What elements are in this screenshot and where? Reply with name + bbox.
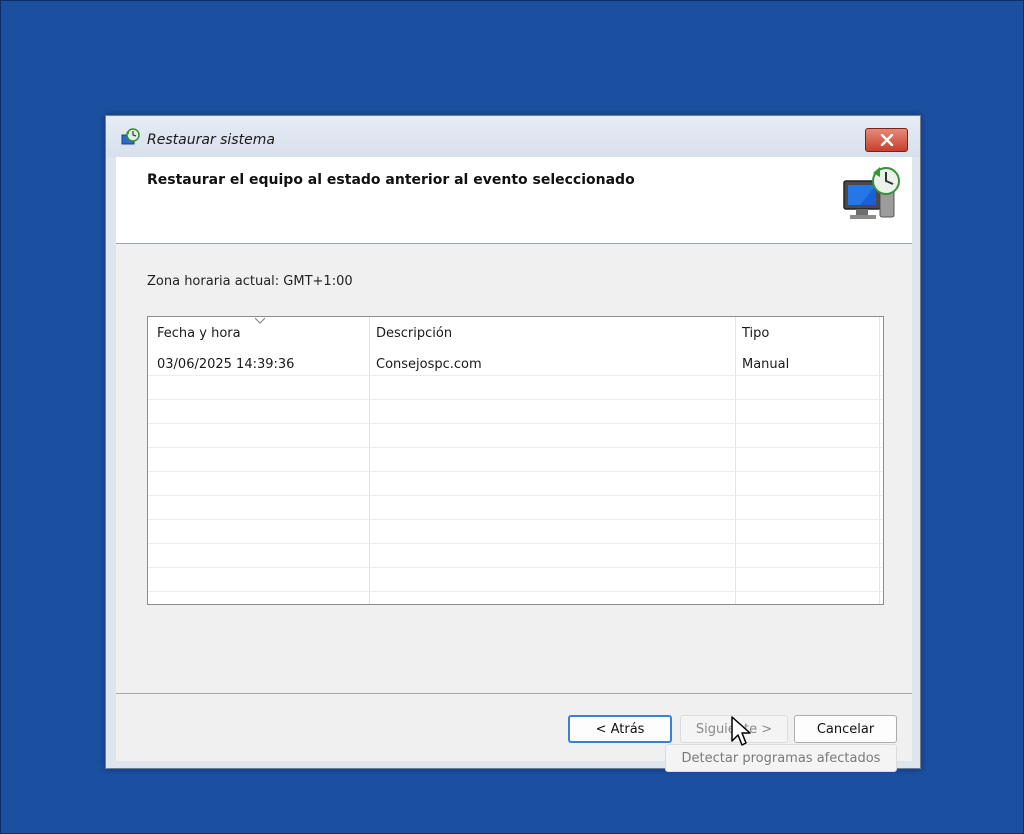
column-divider[interactable]: [879, 317, 880, 604]
computer-restore-icon: [843, 167, 900, 219]
row-gridline: [148, 519, 883, 520]
row-gridline: [148, 375, 883, 376]
sort-arrow-icon: [254, 317, 266, 324]
mouse-pointer-icon: [731, 716, 751, 746]
row-gridline: [148, 567, 883, 568]
close-icon: [880, 134, 894, 146]
close-button[interactable]: [865, 128, 908, 152]
column-divider[interactable]: [735, 317, 736, 604]
row-gridline: [148, 543, 883, 544]
row-type: Manual: [742, 357, 790, 372]
restore-points-list[interactable]: Fecha y hora Descripción Tipo 03/06/2025…: [147, 316, 884, 605]
footer-divider: [116, 693, 912, 694]
list-header: Fecha y hora Descripción Tipo: [148, 317, 883, 351]
row-gridline: [148, 399, 883, 400]
header-band: Restaurar el equipo al estado anterior a…: [116, 157, 912, 244]
row-gridline: [148, 447, 883, 448]
column-header-date[interactable]: Fecha y hora: [157, 326, 241, 341]
window-title: Restaurar sistema: [147, 132, 275, 148]
row-gridline: [148, 471, 883, 472]
detect-affected-programs-button[interactable]: Detectar programas afectados: [665, 744, 897, 772]
timezone-label: Zona horaria actual: GMT+1:00: [147, 274, 353, 289]
row-gridline: [148, 591, 883, 592]
restore-dialog: Restaurar sistema Restaurar el equipo al…: [105, 115, 921, 772]
row-gridline: [148, 495, 883, 496]
row-gridline: [148, 423, 883, 424]
row-description: Consejospc.com: [376, 357, 482, 372]
column-header-description[interactable]: Descripción: [376, 326, 452, 341]
column-divider[interactable]: [369, 317, 370, 604]
system-restore-icon: [121, 128, 140, 145]
page-title: Restaurar el equipo al estado anterior a…: [147, 172, 635, 188]
row-date: 03/06/2025 14:39:36: [157, 357, 295, 372]
dialog-content: Restaurar el equipo al estado anterior a…: [116, 157, 912, 772]
title-bar[interactable]: Restaurar sistema: [106, 116, 920, 157]
cancel-button[interactable]: Cancelar: [794, 715, 897, 743]
column-header-type[interactable]: Tipo: [742, 326, 769, 341]
back-button[interactable]: < Atrás: [568, 715, 672, 743]
